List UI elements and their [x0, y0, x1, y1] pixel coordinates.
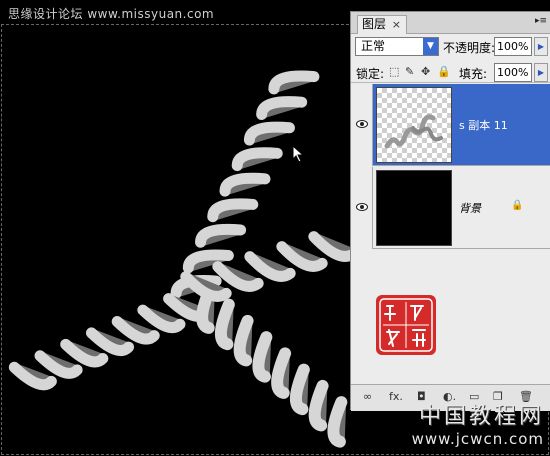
fill-input[interactable]: 100%: [494, 63, 532, 82]
coil-front-segment: [308, 379, 329, 432]
lock-all-icon[interactable]: 🔒: [437, 65, 451, 78]
opacity-input[interactable]: 100%: [494, 37, 532, 56]
link-icon[interactable]: ∞: [363, 390, 372, 403]
blend-mode-value: 正常: [361, 39, 386, 53]
lock-row: 锁定: ⬚ ✎ ✥ 🔒 填充: 100% ▶: [351, 61, 550, 83]
layer-row[interactable]: 背景 🔒: [351, 167, 550, 249]
coil-thumbnail-icon: [384, 114, 443, 149]
panel-menu-button[interactable]: ▸≡: [535, 16, 547, 26]
watermark-bottom: 中国教程网 www.jcwcn.com: [412, 398, 544, 448]
eye-icon[interactable]: [356, 118, 368, 132]
lock-label: 锁定:: [356, 67, 385, 81]
lock-icon: 🔒: [511, 200, 524, 211]
watermark-url: www.jcwcn.com: [411, 430, 544, 448]
fill-slider-button[interactable]: ▶: [534, 63, 548, 82]
coil-front-segment: [214, 298, 235, 351]
lock-brush-icon[interactable]: ✎: [405, 65, 414, 78]
eye-icon[interactable]: [356, 201, 368, 215]
layer-name[interactable]: 背景: [459, 200, 481, 216]
opacity-slider-button[interactable]: ▶: [534, 37, 548, 56]
coil-front-segment: [271, 347, 292, 399]
chevron-down-icon[interactable]: ▼: [423, 38, 438, 55]
layer-name[interactable]: s 副本 11: [459, 117, 508, 133]
coil-front-segment: [233, 314, 254, 367]
fx-icon[interactable]: fx.: [389, 390, 403, 403]
tab-layers-label: 图层: [362, 17, 387, 31]
coil-front-segment: [327, 396, 348, 448]
coil-front-segment: [289, 363, 310, 416]
layers-panel: 图层 × ▸≡ 正常 ▼ 不透明度: 100% ▶ 锁定: ⬚ ✎ ✥ 🔒 填充…: [350, 11, 550, 411]
visibility-column: [351, 84, 373, 166]
blend-row: 正常 ▼ 不透明度: 100% ▶: [351, 36, 550, 58]
layer-thumbnail[interactable]: [376, 87, 452, 163]
layer-row[interactable]: s 副本 11: [351, 84, 550, 166]
watermark-cn: 中国教程网: [418, 404, 544, 429]
tab-layers[interactable]: 图层 ×: [357, 15, 407, 34]
layer-thumbnail[interactable]: [376, 170, 452, 246]
blend-mode-select[interactable]: 正常 ▼: [355, 37, 439, 56]
fill-label: 填充:: [459, 67, 488, 81]
panel-tabbar: 图层 × ▸≡: [351, 12, 550, 34]
seal-stamp: [375, 294, 437, 356]
visibility-column: [351, 167, 373, 249]
opacity-label: 不透明度:: [443, 41, 496, 55]
lock-transparent-icon[interactable]: ⬚: [389, 65, 399, 78]
close-icon[interactable]: ×: [392, 16, 401, 33]
cursor-icon: [292, 144, 308, 166]
watermark-top: 思缘设计论坛 www.missyuan.com: [8, 7, 215, 21]
lock-move-icon[interactable]: ✥: [421, 65, 430, 78]
coil-front-segment: [252, 331, 273, 383]
